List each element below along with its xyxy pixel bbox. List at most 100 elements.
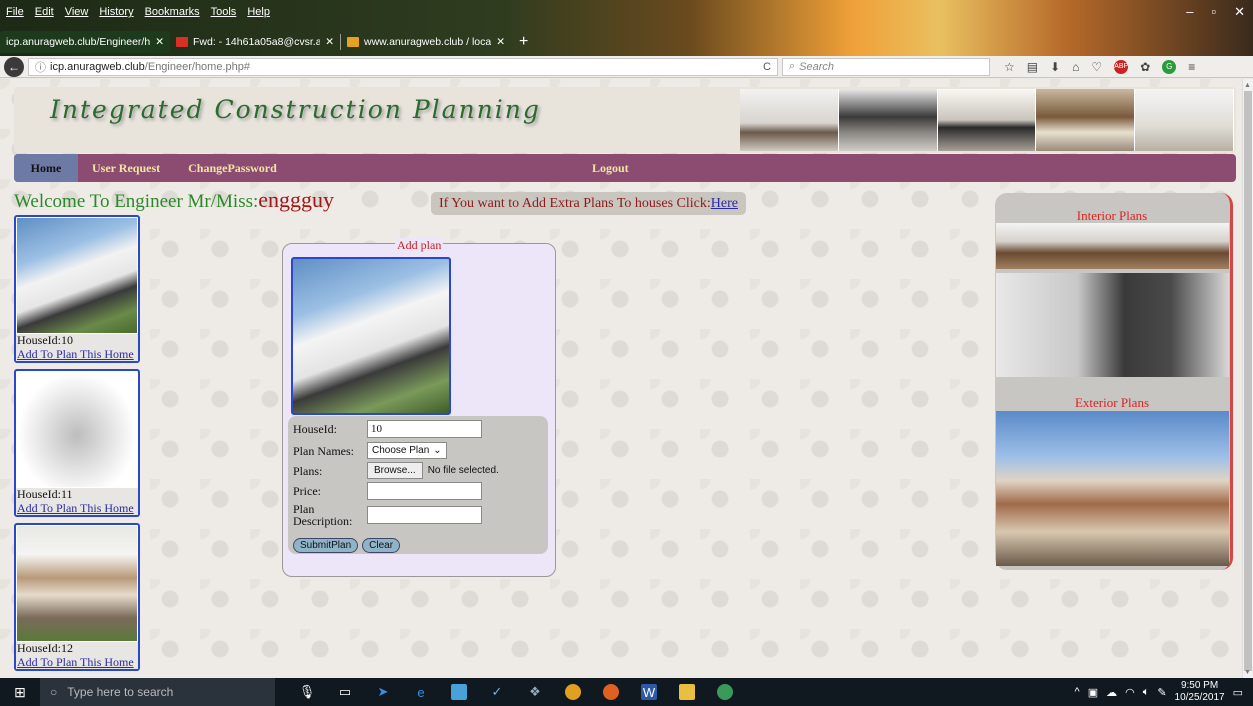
taskbar-apps: 🎙︎ ▭ ➤ e ✓ ❖ W — [299, 684, 733, 700]
house-id-label: HouseId:10 — [16, 334, 138, 347]
grammarly-icon[interactable]: G — [1162, 59, 1177, 74]
taskbar-search[interactable]: ○ Type here to search — [40, 678, 275, 706]
tab-gmail[interactable]: Fwd: - 14h61a05a8@cvsr.ac ✕ — [170, 31, 340, 53]
cortana-icon: ○ — [50, 685, 58, 699]
back-arrow-icon[interactable]: ← — [4, 56, 24, 77]
tab-close-icon[interactable]: ✕ — [325, 36, 334, 48]
scroll-down-icon[interactable]: ▼ — [1244, 668, 1251, 676]
wifi-icon[interactable]: ◠ — [1125, 686, 1135, 699]
browser-menu-bar: File Edit View History Bookmarks Tools H… — [0, 0, 270, 24]
chrome-icon[interactable] — [565, 684, 581, 700]
house-sketch-image[interactable] — [17, 372, 137, 487]
photos-icon[interactable]: ❖ — [527, 684, 543, 700]
bookmark-star-icon[interactable]: ☆ — [1004, 60, 1015, 74]
house-id-label: HouseId:12 — [16, 642, 138, 655]
info-icon[interactable]: ⓘ — [35, 59, 46, 75]
onedrive-icon[interactable]: ☁ — [1106, 686, 1117, 699]
extra-plans-text: If You want to Add Extra Plans To houses… — [439, 195, 711, 211]
minimize-icon[interactable]: – — [1186, 4, 1193, 20]
store-icon[interactable] — [451, 684, 467, 700]
interior-image[interactable] — [996, 273, 1229, 377]
browse-button[interactable]: Browse... — [367, 462, 423, 479]
house-id-row: HouseId: 10 — [293, 420, 482, 438]
pocket-icon[interactable]: ♡ — [1091, 60, 1102, 74]
volume-icon[interactable]: 🔈︎ — [1143, 686, 1150, 699]
taskbar-search-placeholder: Type here to search — [67, 685, 174, 699]
search-icon: ⌕ — [789, 60, 796, 72]
download-icon[interactable]: ⬇ — [1050, 60, 1060, 74]
menu-tools[interactable]: Tools — [211, 6, 237, 18]
price-input[interactable] — [367, 482, 482, 500]
tab-strip: icp.anuragweb.club/Engineer/ho ✕ Fwd: - … — [0, 31, 536, 53]
tab-engineer-home[interactable]: icp.anuragweb.club/Engineer/ho ✕ — [0, 31, 170, 53]
nav-user-request[interactable]: User Request — [92, 161, 160, 176]
menu-help[interactable]: Help — [247, 6, 270, 18]
file-explorer-icon[interactable] — [679, 684, 695, 700]
maximize-icon[interactable]: ▫ — [1211, 4, 1216, 20]
description-input[interactable] — [367, 506, 482, 524]
menu-view[interactable]: View — [65, 6, 89, 18]
app-icon[interactable]: ✓ — [489, 684, 505, 700]
browser-nav-bar: ← ⓘ icp.anuragweb.club /Engineer/home.ph… — [0, 56, 1253, 78]
exterior-image[interactable] — [996, 411, 1229, 566]
clear-button[interactable]: Clear — [362, 538, 401, 553]
chevron-up-icon[interactable]: ^ — [1075, 686, 1080, 698]
new-tab-icon[interactable]: + — [511, 33, 536, 51]
submit-plan-button[interactable]: SubmitPlan — [293, 538, 359, 553]
edge-icon[interactable]: e — [413, 684, 429, 700]
network-icon[interactable]: ▣ — [1088, 686, 1098, 699]
add-to-plan-link[interactable]: Add To Plan This Home — [16, 347, 138, 361]
description-row: Plan Description: — [293, 503, 482, 527]
url-bar[interactable]: ⓘ icp.anuragweb.club /Engineer/home.php#… — [28, 57, 778, 76]
page-scrollbar[interactable]: ▲ ▼ — [1242, 79, 1253, 678]
notifications-icon[interactable]: ▭ — [1233, 686, 1243, 699]
tab-phpmyadmin[interactable]: www.anuragweb.club / loca ✕ — [341, 31, 511, 53]
plan-names-selected: Choose Plan — [372, 445, 430, 456]
house-id-field-label: HouseId: — [293, 422, 337, 436]
nav-change-password[interactable]: ChangePassword — [188, 161, 277, 176]
add-to-plan-link[interactable]: Add To Plan This Home — [16, 501, 138, 515]
browser-toolbar: ☆ ▤ ⬇ ⌂ ♡ ABP ✿ G ≡ — [1004, 59, 1195, 74]
microphone-icon[interactable]: 🎙︎ — [299, 684, 316, 700]
app-icon[interactable]: ➤ — [375, 684, 391, 700]
plan-names-label: Plan Names: — [293, 443, 354, 458]
tab-close-icon[interactable]: ✕ — [496, 36, 505, 48]
windows-start-icon[interactable]: ⊞ — [0, 678, 40, 706]
menu-history[interactable]: History — [99, 6, 133, 18]
file-status: No file selected. — [427, 465, 499, 476]
selected-house-image — [291, 257, 451, 415]
nav-logout[interactable]: Logout — [592, 161, 629, 176]
house-card-12: HouseId:12 Add To Plan This Home — [14, 523, 140, 671]
tab-close-icon[interactable]: ✕ — [155, 36, 164, 48]
scrollbar-thumb[interactable] — [1244, 91, 1252, 671]
menu-edit[interactable]: Edit — [35, 6, 54, 18]
house-image[interactable] — [17, 526, 137, 641]
pen-icon[interactable]: ✎ — [1157, 686, 1166, 699]
price-row: Price: — [293, 482, 482, 500]
hamburger-menu-icon[interactable]: ≡ — [1188, 60, 1195, 74]
extension-icon[interactable]: ✿ — [1140, 60, 1150, 74]
clock[interactable]: 9:50 PM 10/25/2017 — [1175, 680, 1225, 704]
home-icon[interactable]: ⌂ — [1072, 60, 1079, 74]
nav-home[interactable]: Home — [14, 154, 78, 182]
scroll-up-icon[interactable]: ▲ — [1244, 81, 1251, 89]
word-icon[interactable]: W — [641, 684, 657, 700]
menu-file[interactable]: File — [6, 6, 24, 18]
add-to-plan-link[interactable]: Add To Plan This Home — [16, 655, 138, 669]
adblock-icon[interactable]: ABP — [1114, 59, 1128, 74]
firefox-icon[interactable] — [603, 684, 619, 700]
plan-names-select[interactable]: Choose Plan ⌄ — [367, 442, 447, 459]
reading-list-icon[interactable]: ▤ — [1027, 60, 1038, 74]
interior-image[interactable] — [996, 223, 1229, 269]
house-id-input[interactable]: 10 — [367, 420, 482, 438]
app-icon[interactable] — [717, 684, 733, 700]
reload-icon[interactable]: C — [763, 61, 771, 73]
extra-plans-link[interactable]: Here — [711, 196, 738, 212]
task-view-icon[interactable]: ▭ — [337, 684, 353, 700]
browser-search-input[interactable]: ⌕ Search — [782, 57, 990, 76]
close-icon[interactable]: ✕ — [1234, 4, 1245, 20]
chevron-down-icon: ⌄ — [433, 445, 442, 456]
house-image[interactable] — [17, 218, 137, 333]
menu-bookmarks[interactable]: Bookmarks — [145, 6, 200, 18]
add-plan-fieldset: Add plan HouseId: 10 Plan Names: Choose … — [282, 238, 556, 577]
